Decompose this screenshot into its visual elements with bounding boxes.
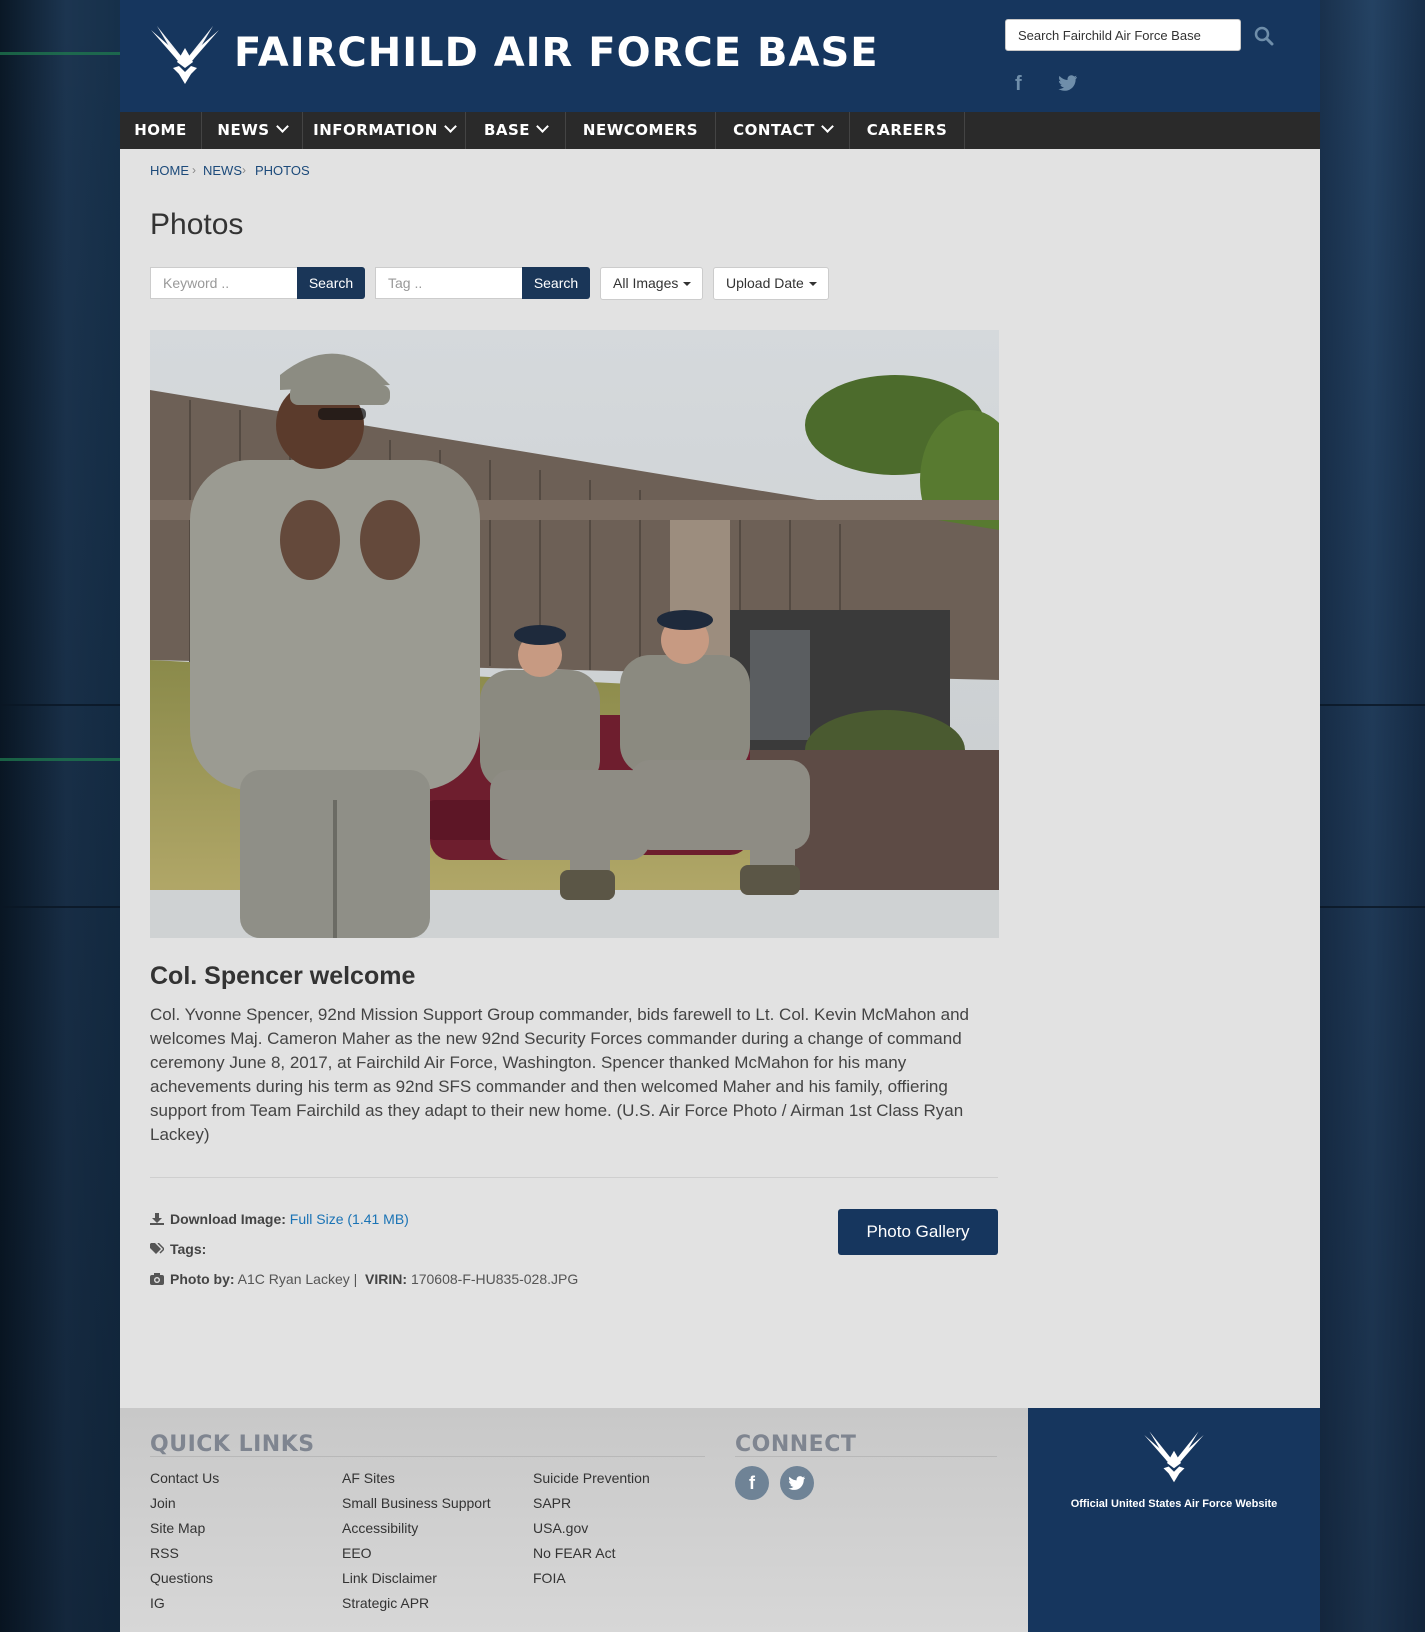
photo-by-label: Photo by: bbox=[170, 1271, 235, 1287]
download-label: Download Image: bbox=[170, 1211, 286, 1227]
footer-link[interactable]: Join bbox=[150, 1495, 176, 1511]
upload-date-dropdown[interactable]: Upload Date bbox=[713, 267, 829, 300]
caret-down-icon bbox=[808, 282, 817, 286]
photo-by-value: A1C Ryan Lackey | bbox=[237, 1271, 358, 1287]
virin-value: 170608-F-HU835-028.JPG bbox=[410, 1271, 579, 1287]
nav-home[interactable]: HOME bbox=[120, 112, 202, 149]
footer-divider bbox=[150, 1456, 705, 1457]
site-search-input[interactable]: Search Fairchild Air Force Base bbox=[1005, 19, 1241, 51]
quick-links-heading: QUICK LINKS bbox=[150, 1432, 315, 1457]
main-nav: HOME NEWS INFORMATION BASE NEWCOMERS CON… bbox=[120, 112, 1320, 149]
nav-contact[interactable]: CONTACT bbox=[716, 112, 850, 149]
background-right bbox=[1320, 0, 1425, 1632]
download-icon bbox=[150, 1213, 164, 1225]
camera-icon bbox=[150, 1273, 164, 1285]
download-row: Download Image: Full Size (1.41 MB) bbox=[150, 1211, 409, 1227]
footer-link[interactable]: IG bbox=[150, 1595, 165, 1611]
footer-link[interactable]: EEO bbox=[342, 1545, 372, 1561]
connect-heading: CONNECT bbox=[735, 1432, 857, 1457]
credit-row: Photo by: A1C Ryan Lackey | VIRIN: 17060… bbox=[150, 1271, 578, 1287]
featured-photo[interactable] bbox=[150, 330, 999, 938]
twitter-glyph-icon bbox=[788, 1476, 805, 1490]
footer-link[interactable]: AF Sites bbox=[342, 1470, 395, 1486]
keyword-search-button[interactable]: Search bbox=[297, 267, 365, 299]
nav-careers[interactable]: CAREERS bbox=[850, 112, 965, 149]
air-force-logo[interactable] bbox=[149, 22, 221, 86]
page-container: FAIRCHILD AIR FORCE BASE Search Fairchil… bbox=[120, 0, 1320, 1632]
air-force-logo[interactable] bbox=[1142, 1428, 1206, 1484]
chevron-down-icon bbox=[820, 120, 834, 133]
divider bbox=[150, 1177, 998, 1178]
footer-link[interactable]: SAPR bbox=[533, 1495, 571, 1511]
site-header: FAIRCHILD AIR FORCE BASE Search Fairchil… bbox=[120, 0, 1320, 112]
breadcrumb-separator-icon: › bbox=[242, 163, 246, 177]
footer-link[interactable]: Site Map bbox=[150, 1520, 205, 1536]
breadcrumb-separator-icon: › bbox=[192, 163, 196, 177]
tag-search-button[interactable]: Search bbox=[522, 267, 590, 299]
photo-caption: Col. Yvonne Spencer, 92nd Mission Suppor… bbox=[150, 1005, 969, 1144]
nav-news[interactable]: NEWS bbox=[202, 112, 303, 149]
breadcrumb-photos[interactable]: PHOTOS bbox=[255, 163, 310, 178]
tags-icon bbox=[150, 1243, 164, 1254]
images-filter-dropdown[interactable]: All Images bbox=[600, 267, 703, 300]
footer-link[interactable]: FOIA bbox=[533, 1570, 566, 1586]
footer-link[interactable]: No FEAR Act bbox=[533, 1545, 615, 1561]
footer-link[interactable]: Accessibility bbox=[342, 1520, 418, 1536]
chevron-down-icon bbox=[275, 120, 289, 133]
facebook-icon[interactable]: f bbox=[735, 1466, 769, 1500]
footer-link[interactable]: RSS bbox=[150, 1545, 179, 1561]
footer-link[interactable]: Link Disclaimer bbox=[342, 1570, 437, 1586]
chevron-down-icon bbox=[536, 120, 549, 133]
virin-label: VIRIN: bbox=[365, 1271, 408, 1287]
site-footer: QUICK LINKS CONNECT Contact Us Join Site… bbox=[120, 1408, 1320, 1632]
nav-base[interactable]: BASE bbox=[466, 112, 566, 149]
footer-link[interactable]: Contact Us bbox=[150, 1470, 219, 1486]
footer-link[interactable]: Strategic APR bbox=[342, 1595, 429, 1611]
tags-label: Tags: bbox=[170, 1241, 207, 1257]
twitter-icon[interactable] bbox=[1058, 74, 1078, 92]
official-af-panel: Official United States Air Force Website bbox=[1028, 1408, 1320, 1632]
nav-newcomers[interactable]: NEWCOMERS bbox=[566, 112, 716, 149]
footer-link[interactable]: Small Business Support bbox=[342, 1495, 491, 1511]
background-left bbox=[0, 0, 120, 1632]
twitter-icon[interactable] bbox=[780, 1466, 814, 1500]
nav-information[interactable]: INFORMATION bbox=[303, 112, 466, 149]
footer-link[interactable]: Questions bbox=[150, 1570, 213, 1586]
download-full-size-link[interactable]: Full Size (1.41 MB) bbox=[290, 1211, 409, 1227]
photo-gallery-button[interactable]: Photo Gallery bbox=[838, 1209, 998, 1255]
official-af-website-text[interactable]: Official United States Air Force Website bbox=[1028, 1498, 1320, 1510]
tags-row: Tags: bbox=[150, 1241, 206, 1257]
ceremony-photo-illustration bbox=[150, 330, 999, 938]
breadcrumb-news[interactable]: NEWS bbox=[203, 163, 242, 178]
facebook-icon[interactable]: f bbox=[1015, 73, 1022, 96]
tag-input[interactable]: Tag .. bbox=[375, 267, 523, 299]
footer-divider bbox=[735, 1456, 997, 1457]
caret-down-icon bbox=[683, 282, 692, 286]
chevron-down-icon bbox=[443, 120, 457, 133]
breadcrumb-home[interactable]: HOME bbox=[150, 163, 189, 178]
footer-link[interactable]: USA.gov bbox=[533, 1520, 588, 1536]
photo-title: Col. Spencer welcome bbox=[150, 962, 416, 990]
page-title: Photos bbox=[150, 208, 244, 241]
keyword-input[interactable]: Keyword .. bbox=[150, 267, 298, 299]
footer-link[interactable]: Suicide Prevention bbox=[533, 1470, 650, 1486]
site-title[interactable]: FAIRCHILD AIR FORCE BASE bbox=[234, 30, 879, 76]
search-icon[interactable] bbox=[1253, 25, 1275, 47]
